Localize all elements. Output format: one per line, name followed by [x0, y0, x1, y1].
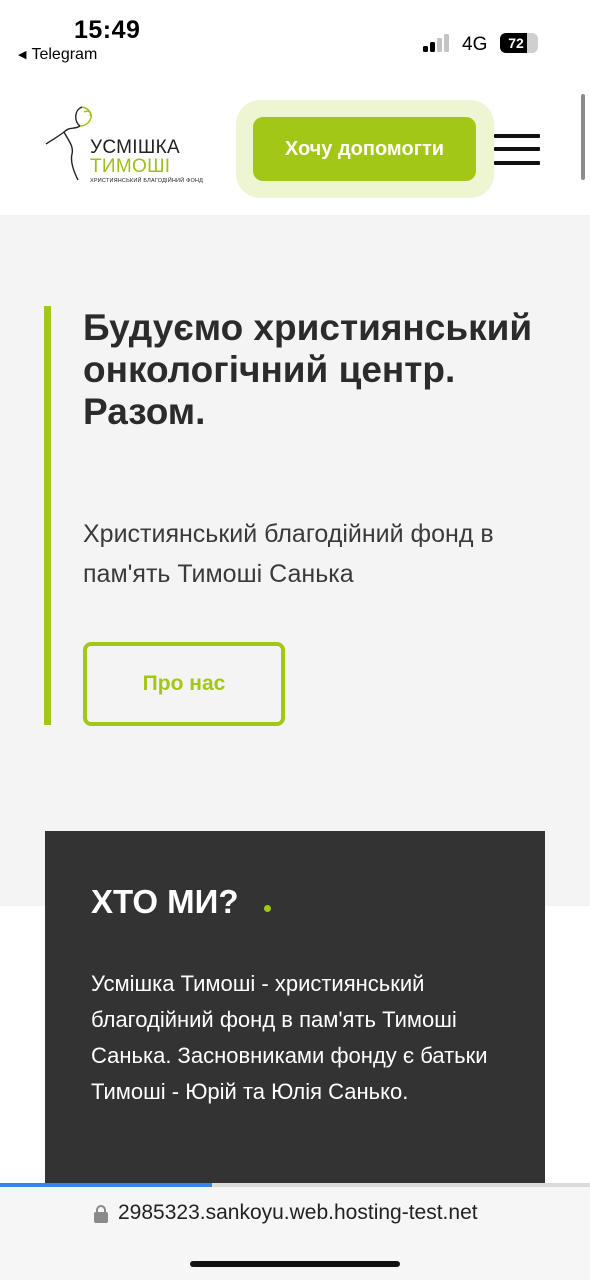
lock-icon [94, 1205, 108, 1223]
want-to-help-button[interactable]: Хочу допомогти [253, 117, 476, 181]
signal-bar [423, 46, 428, 52]
status-time: 15:49 [74, 16, 141, 44]
who-we-are-text: Усмішка Тимоші - християнський благодійн… [91, 971, 488, 1104]
hero-title: Будуємо християнський онкологічний центр… [83, 307, 533, 432]
signal-bar [437, 38, 442, 52]
battery-icon: 72 [500, 33, 538, 53]
logo-subtitle: ХРИСТИЯНСЬКИЙ БЛАГОДІЙНИЙ ФОНД [90, 178, 204, 184]
browser-address-bar[interactable]: 2985323.sankoyu.web.hosting-test.net [0, 1187, 590, 1280]
hero-section: Будуємо християнський онкологічний центр… [0, 215, 590, 906]
hero-subtitle: Християнський благодійний фонд в пам'ять… [83, 520, 494, 588]
status-bar: 15:49 ◀ Telegram 4G 72 [0, 0, 590, 80]
logo[interactable]: УСМІШКА ТИМОШІ ХРИСТИЯНСЬКИЙ БЛАГОДІЙНИЙ… [44, 104, 203, 186]
signal-bar [430, 42, 435, 52]
battery-level: 72 [508, 35, 524, 51]
site-header: УСМІШКА ТИМОШІ ХРИСТИЯНСЬКИЙ БЛАГОДІЙНИЙ… [0, 80, 590, 215]
help-button-halo: Хочу допомогти [236, 100, 494, 198]
logo-text-line2: ТИМОШІ [90, 156, 171, 177]
home-indicator[interactable] [190, 1261, 400, 1267]
who-we-are-title: ХТО МИ? [91, 883, 239, 920]
cellular-signal-icon [423, 34, 455, 52]
page-scrollbar[interactable] [581, 94, 585, 180]
back-to-app-button[interactable]: ◀ Telegram [18, 46, 97, 64]
back-app-label: Telegram [31, 46, 98, 63]
hamburger-line [494, 147, 540, 151]
accent-dot [264, 905, 271, 912]
hamburger-line [494, 134, 540, 138]
hero-accent-bar [44, 306, 51, 725]
hamburger-icon[interactable] [494, 134, 540, 166]
hamburger-line [494, 161, 540, 165]
back-arrow-icon: ◀ [18, 49, 27, 61]
network-type: 4G [462, 34, 488, 55]
about-us-button[interactable]: Про нас [83, 642, 285, 726]
url-text[interactable]: 2985323.sankoyu.web.hosting-test.net [118, 1201, 478, 1225]
signal-bar [444, 34, 449, 52]
who-we-are-card: ХТО МИ? Усмішка Тимоші - християнський б… [45, 831, 545, 1185]
